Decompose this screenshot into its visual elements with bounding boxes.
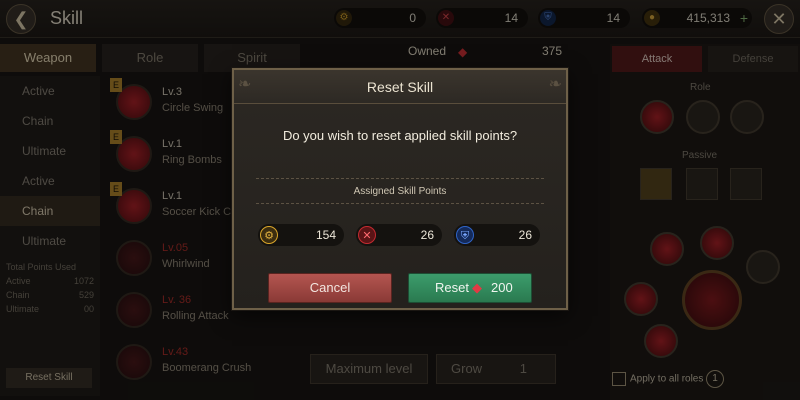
dialog-header: ❧ Reset Skill ❧ [234,70,566,104]
assigned-points-blue: ⛨ 26 [454,224,540,246]
reset-cost: 200 [491,280,513,295]
reset-label: Reset [435,280,469,295]
point-value: 26 [518,228,532,242]
shield-icon: ⛨ [456,226,474,244]
dragon-ornament-icon: ❧ [548,76,562,93]
cross-icon: ✕ [358,226,376,244]
ruby-icon: ◆ [472,280,482,295]
dialog-title: Reset Skill [366,79,434,95]
reset-button[interactable]: Reset ◆ 200 [408,273,532,303]
assigned-points-label: Assigned Skill Points [353,186,447,197]
dialog-question: Do you wish to reset applied skill point… [282,128,518,143]
point-value: 154 [315,228,336,242]
cancel-button[interactable]: Cancel [268,273,392,303]
assigned-points-red: ✕ 26 [356,224,442,246]
reset-skill-dialog: ❧ Reset Skill ❧ Do you wish to reset app… [232,68,568,310]
assigned-points-divider: Assigned Skill Points [256,178,544,204]
point-value: 26 [420,228,434,242]
gear-icon: ⚙ [260,226,278,244]
assigned-points-gold: ⚙ 154 [258,224,344,246]
